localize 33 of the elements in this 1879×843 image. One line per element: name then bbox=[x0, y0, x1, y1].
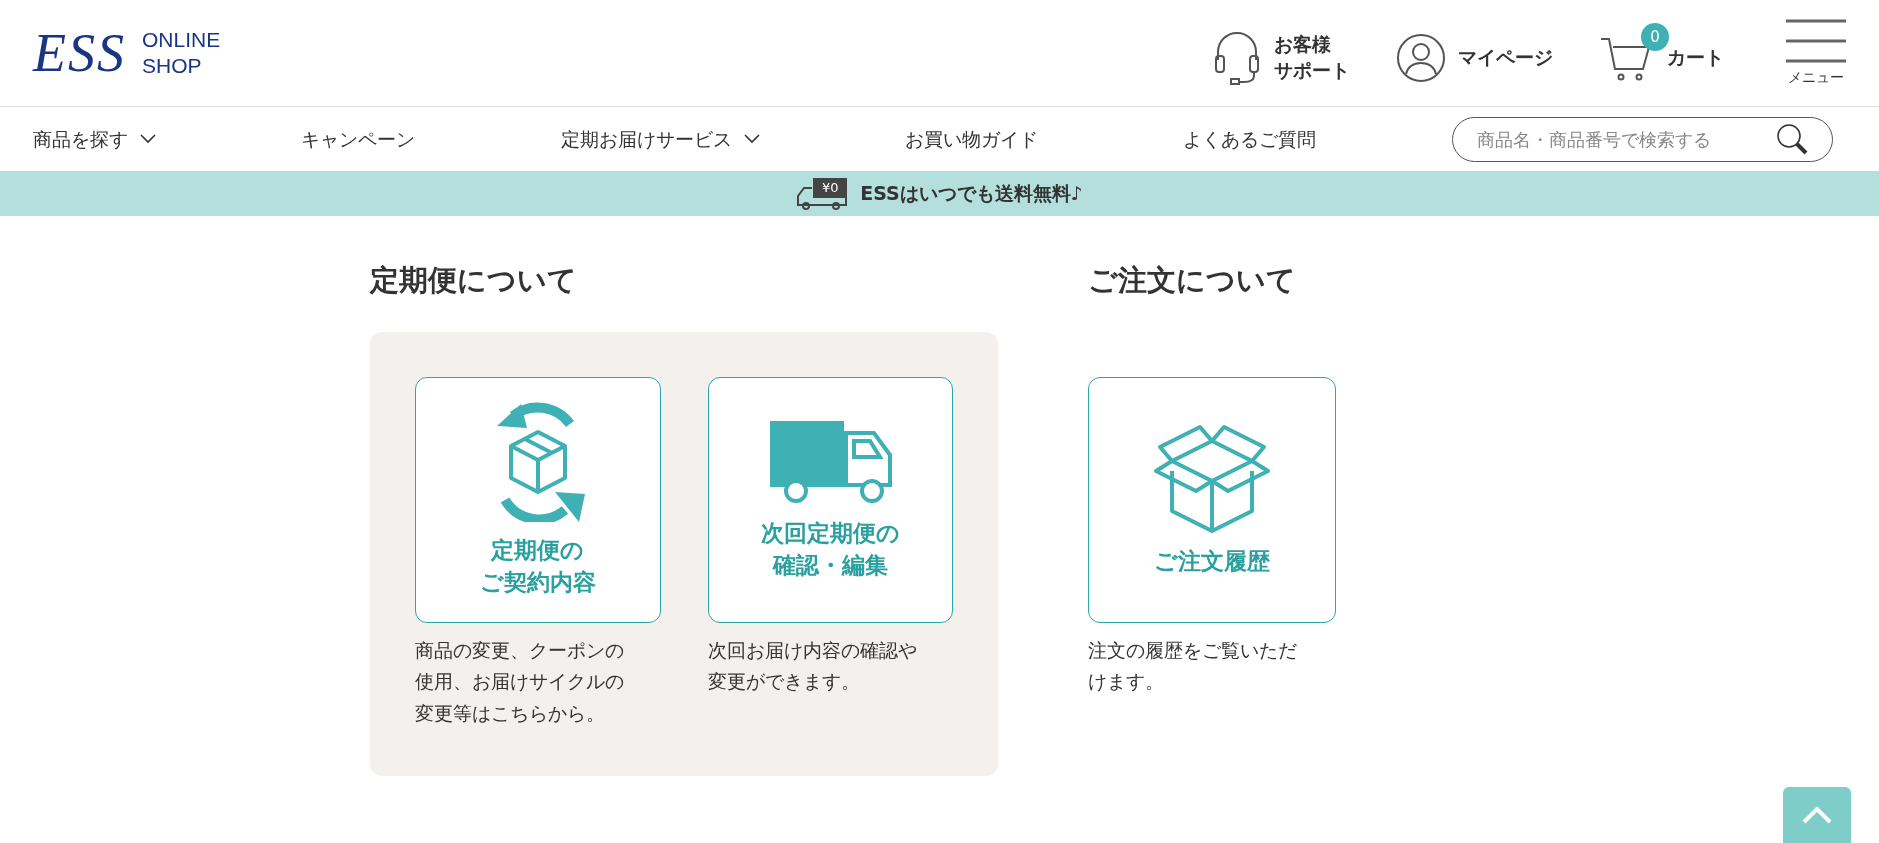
chevron-down-icon bbox=[140, 134, 156, 144]
logo-mark: ESS bbox=[33, 26, 126, 80]
scroll-top-button[interactable] bbox=[1783, 787, 1851, 843]
card-title: 定期便の ご契約内容 bbox=[479, 535, 596, 597]
user-icon bbox=[1396, 33, 1446, 83]
banner-text: ESSはいつでも送料無料♪ bbox=[860, 181, 1083, 207]
card-title: 次回定期便の 確認・編集 bbox=[760, 518, 900, 580]
truck-icon bbox=[768, 418, 893, 505]
open-box-icon bbox=[1152, 422, 1272, 533]
nav-link[interactable]: よくあるご質問 bbox=[1183, 124, 1316, 154]
nav-link[interactable]: 商品を探す bbox=[33, 124, 156, 154]
card-title: ご注文履歴 bbox=[1154, 546, 1270, 576]
logo-text: ONLINE SHOP bbox=[142, 26, 221, 79]
menu-icon bbox=[1786, 18, 1846, 63]
card-description: 注文の履歴をご覧いただけます。 bbox=[1088, 638, 1298, 695]
cart-count-badge: 0 bbox=[1641, 23, 1669, 51]
support-link[interactable]: お客様 サポート bbox=[1212, 20, 1350, 86]
chevron-up-icon bbox=[1802, 806, 1832, 824]
card-description: 商品の変更、クーポンの使用、お届けサイクルの変更等はこちらから。 bbox=[415, 638, 625, 726]
section-title: 定期便について bbox=[370, 262, 578, 299]
headset-icon bbox=[1212, 30, 1262, 86]
section-title: ご注文について bbox=[1088, 262, 1297, 299]
nav-link[interactable]: キャンペーン bbox=[301, 124, 416, 154]
nav-link[interactable]: お買い物ガイド bbox=[904, 124, 1038, 154]
chevron-down-icon bbox=[743, 134, 760, 144]
mypage-link[interactable]: マイページ bbox=[1396, 23, 1553, 83]
search-input[interactable]: 商品名・商品番号で検索する bbox=[1477, 125, 1776, 153]
price-tag: ¥0 bbox=[813, 177, 848, 198]
cart-link[interactable]: 0 カート bbox=[1599, 23, 1724, 83]
card-description: 次回お届け内容の確認や変更ができます。 bbox=[707, 638, 918, 695]
search-icon bbox=[1776, 123, 1808, 155]
menu-button[interactable]: メニュー bbox=[1786, 18, 1846, 88]
nav-link[interactable]: 定期お届けサービス bbox=[560, 124, 760, 154]
